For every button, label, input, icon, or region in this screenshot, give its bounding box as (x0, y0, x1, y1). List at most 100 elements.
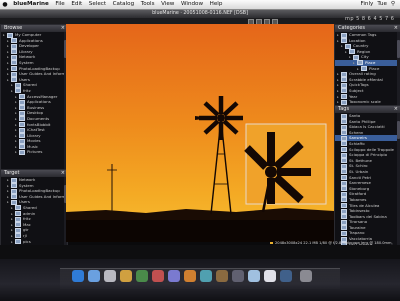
close-icon[interactable]: × (394, 25, 398, 32)
list-item[interactable]: ▸ pics (1, 239, 67, 245)
app-icon[interactable] (200, 270, 212, 282)
menu-view[interactable]: View (158, 0, 178, 9)
browse-title: Browse (4, 25, 23, 31)
list-item-label: My Computer (15, 32, 42, 37)
list-item[interactable]: ▸User Guides And Information (1, 71, 67, 77)
list-item-label: Applications (27, 99, 51, 105)
app-icon[interactable] (280, 270, 292, 282)
menubar-extras: Finly Tue ⚲ (359, 0, 400, 9)
list-item-label: fontsBlobbit (27, 121, 51, 127)
photo-viewer[interactable] (66, 24, 334, 242)
list-item-label: Region (357, 48, 371, 54)
menu-window[interactable]: Window (178, 0, 207, 9)
folder-icon (19, 149, 25, 155)
list-item-label: Location (349, 37, 366, 43)
target-tree: ▸ Network ▸ System ▸ PhotoLoadingBackup ▸ User … (1, 177, 67, 245)
finder-icon[interactable] (72, 270, 84, 282)
list-item-label: pics (23, 238, 31, 244)
folder-icon (341, 169, 347, 175)
categories-tree: ▸ Common Tags ▸ Location ▸ Country ▸ Region ▸ Cit… (335, 32, 400, 105)
app-icon[interactable] (136, 270, 148, 282)
spotlight-icon[interactable]: ⚲ (389, 0, 397, 9)
list-item-label: Pictures (27, 149, 43, 155)
menu-bar: ● blueMarine File Edit Select Catalog To… (0, 0, 400, 10)
folder-icon (11, 71, 17, 77)
menu-edit[interactable]: Edit (68, 0, 85, 9)
folder-icon (345, 43, 351, 49)
folder-icon (341, 99, 347, 105)
list-item-label: Scrabble eMental (349, 76, 383, 82)
list-item-label: Tabinsesto (349, 208, 370, 214)
list-item-label: QuickTags (349, 82, 369, 88)
menu-tools[interactable]: Tools (137, 0, 157, 9)
list-item-label: Sbiaca Is Cacciatti (349, 124, 385, 130)
menubar-user[interactable]: Finly (359, 0, 376, 9)
folder-icon (341, 113, 347, 119)
list-item-label: gtr (23, 227, 29, 233)
app-icon[interactable] (168, 270, 180, 282)
loupe-magnifier[interactable] (244, 123, 327, 213)
panel-header: Browse × (1, 25, 67, 32)
app-icon[interactable] (104, 270, 116, 282)
list-item-label: Santo (349, 113, 361, 118)
filmstrip[interactable] (0, 245, 400, 259)
trash-icon[interactable] (300, 270, 312, 282)
app-icon[interactable] (152, 270, 164, 282)
list-item-label: Tabarnes (349, 196, 367, 202)
folder-icon (11, 188, 17, 194)
close-icon[interactable]: × (61, 170, 65, 177)
menu-select[interactable]: Select (86, 0, 110, 9)
folder-icon (7, 32, 13, 38)
categories-panel: Categories × ▸ Common Tags ▸ Location ▸ Count… (334, 24, 400, 106)
list-item-label: Sanremese (349, 180, 371, 186)
menu-file[interactable]: File (52, 0, 68, 9)
list-item-label: PhotoLoadingBackup (19, 188, 60, 194)
folder-icon (341, 180, 347, 186)
list-item-label: Santo Phillipe (349, 118, 376, 124)
folder-icon (15, 239, 21, 245)
list-item-label: Tiles de Alculea (349, 202, 380, 208)
app-icon[interactable] (216, 270, 228, 282)
folder-icon (341, 152, 347, 158)
list-item-label: AccessManager (27, 93, 58, 99)
folder-icon (11, 43, 17, 49)
app-icon[interactable] (184, 270, 196, 282)
apple-menu-icon[interactable]: ● (0, 0, 10, 9)
app-icon[interactable] (88, 270, 100, 282)
folder-icon (15, 205, 21, 211)
list-item[interactable]: ▸ Pictures (1, 149, 67, 155)
list-item-label: City (361, 54, 369, 60)
app-icon[interactable] (120, 270, 132, 282)
app-icon[interactable] (248, 270, 260, 282)
list-item-label: Country (353, 43, 369, 49)
folder-icon (341, 197, 347, 203)
list-item-label: Sansreirs (349, 135, 367, 141)
folder-icon (341, 208, 347, 214)
folder-icon (11, 177, 17, 183)
list-item-label: rjl (23, 232, 27, 238)
list-item-label: Toolbars del Sabina (349, 213, 387, 219)
browse-panel: Browse × ▸ My Computer ▸ Applications ▸ Devel… (0, 24, 68, 170)
list-item-label: Stoneburg (349, 185, 370, 191)
list-item-label: Place (369, 65, 380, 71)
list-item-label: User Guides And Information (19, 193, 67, 199)
folder-icon (15, 233, 21, 239)
list-item-label: Stratford (349, 191, 367, 197)
menu-app[interactable]: blueMarine (10, 0, 52, 9)
list-item-label: User Guides And Information (19, 71, 67, 77)
list-item-label: Movies (27, 138, 41, 144)
list-item-label: Sancti Petri (349, 174, 372, 180)
app-icon[interactable] (264, 270, 276, 282)
target-title: Target (4, 170, 20, 176)
list-item-label: Desktop (27, 110, 44, 116)
menubar-clock[interactable]: Tue (375, 0, 389, 9)
list-item-label: fritz (23, 87, 31, 93)
close-icon[interactable]: × (394, 106, 398, 113)
list-item-label: St. Schiro (349, 163, 368, 169)
folder-icon (341, 141, 347, 147)
list-item-label: Users (19, 76, 30, 82)
close-icon[interactable]: × (61, 25, 65, 32)
app-icon[interactable] (232, 270, 244, 282)
menu-help[interactable]: Help (206, 0, 225, 9)
menu-catalog[interactable]: Catalog (109, 0, 137, 9)
